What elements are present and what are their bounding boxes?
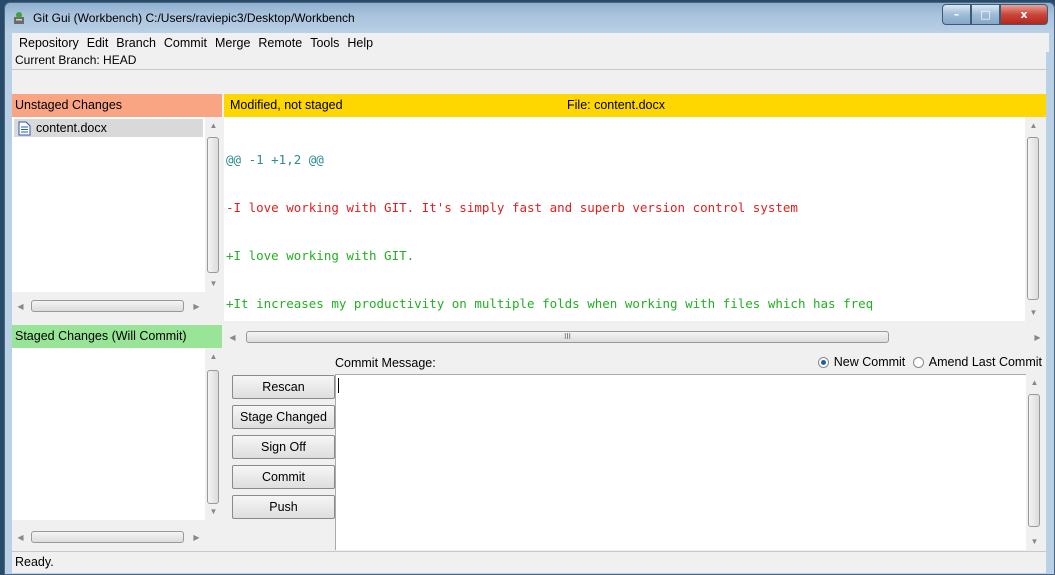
diff-status-label: Modified, not staged — [230, 98, 343, 112]
scroll-down-arrow-icon[interactable]: ▼ — [205, 503, 222, 520]
menu-repository[interactable]: Repository — [15, 36, 83, 50]
amend-commit-radio[interactable]: Amend Last Commit — [912, 355, 1042, 369]
staged-file-list — [12, 348, 205, 520]
staged-list-hscrollbar[interactable]: ◀ ▶ — [12, 529, 205, 546]
menu-tools[interactable]: Tools — [306, 36, 343, 50]
commit-message-input[interactable] — [335, 374, 1026, 550]
new-commit-radio[interactable]: New Commit — [817, 355, 906, 369]
rescan-button[interactable]: Rescan — [232, 375, 335, 399]
diff-header-bar: Modified, not staged File: content.docx — [224, 94, 1046, 117]
menu-remote[interactable]: Remote — [254, 36, 306, 50]
scroll-thumb[interactable] — [207, 370, 219, 504]
amend-commit-label: Amend Last Commit — [928, 355, 1042, 369]
commit-message-vscrollbar[interactable]: ▲ ▼ — [1026, 374, 1043, 550]
diff-hscrollbar[interactable]: ◀ III ▶ — [224, 329, 1046, 346]
push-button[interactable]: Push — [232, 495, 335, 519]
diff-added-line: +It increases my productivity on multipl… — [226, 296, 874, 311]
file-name: content.docx — [36, 121, 107, 135]
sign-off-button[interactable]: Sign Off — [232, 435, 335, 459]
minimize-icon: – — [953, 8, 960, 21]
scroll-thumb[interactable]: III — [246, 331, 889, 343]
radio-selected-icon — [817, 357, 829, 368]
scroll-right-arrow-icon[interactable]: ▶ — [188, 298, 205, 315]
scroll-up-arrow-icon[interactable]: ▲ — [1026, 374, 1043, 391]
menu-edit[interactable]: Edit — [83, 36, 113, 50]
staged-changes-header: Staged Changes (Will Commit) — [12, 325, 222, 348]
scroll-left-arrow-icon[interactable]: ◀ — [224, 329, 241, 346]
new-commit-label: New Commit — [833, 355, 906, 369]
status-bar: Ready. — [12, 551, 1049, 573]
menu-commit[interactable]: Commit — [160, 36, 211, 50]
maximize-button[interactable]: □ — [971, 4, 1000, 25]
current-branch-label: Current Branch: HEAD — [12, 52, 1049, 70]
scroll-thumb[interactable] — [31, 531, 184, 543]
git-gui-window: Git Gui (Workbench) C:/Users/raviepic3/D… — [4, 2, 1055, 575]
unstaged-list-vscrollbar[interactable]: ▲ ▼ — [205, 117, 222, 292]
title-bar[interactable]: Git Gui (Workbench) C:/Users/raviepic3/D… — [5, 3, 1054, 33]
maximize-icon: □ — [980, 8, 991, 21]
scroll-up-arrow-icon[interactable]: ▲ — [1025, 117, 1042, 134]
scroll-thumb[interactable] — [31, 300, 184, 312]
menu-bar: Repository Edit Branch Commit Merge Remo… — [12, 33, 1049, 52]
diff-hunk-line: @@ -1 +1,2 @@ — [226, 152, 324, 167]
document-icon — [18, 121, 31, 135]
app-client-area: Repository Edit Branch Commit Merge Remo… — [12, 33, 1049, 573]
scroll-thumb[interactable] — [1028, 394, 1040, 527]
scroll-thumb[interactable] — [1027, 137, 1039, 300]
close-button[interactable]: x — [1000, 4, 1048, 25]
menu-branch[interactable]: Branch — [112, 36, 160, 50]
scroll-right-arrow-icon[interactable]: ▶ — [1029, 329, 1046, 346]
menu-merge[interactable]: Merge — [211, 36, 254, 50]
minimize-button[interactable]: – — [942, 4, 971, 25]
scroll-grip-icon: III — [564, 332, 571, 341]
staged-list-vscrollbar[interactable]: ▲ ▼ — [205, 348, 222, 520]
diff-vscrollbar[interactable]: ▲ ▼ — [1025, 117, 1042, 321]
scroll-thumb[interactable] — [207, 137, 219, 273]
unstaged-list-hscrollbar[interactable]: ◀ ▶ — [12, 298, 205, 315]
window-title: Git Gui (Workbench) C:/Users/raviepic3/D… — [33, 11, 355, 25]
commit-button[interactable]: Commit — [232, 465, 335, 489]
scroll-up-arrow-icon[interactable]: ▲ — [205, 348, 222, 365]
scroll-right-arrow-icon[interactable]: ▶ — [188, 529, 205, 546]
text-cursor — [338, 378, 339, 393]
file-item-content-docx[interactable]: content.docx — [14, 119, 203, 137]
radio-unselected-icon — [912, 357, 924, 368]
scroll-down-arrow-icon[interactable]: ▼ — [1026, 533, 1043, 550]
scroll-down-arrow-icon[interactable]: ▼ — [1025, 304, 1042, 321]
diff-deleted-line: -I love working with GIT. It's simply fa… — [226, 200, 798, 215]
close-icon: x — [1020, 8, 1028, 21]
scroll-left-arrow-icon[interactable]: ◀ — [12, 298, 29, 315]
unstaged-file-list: content.docx — [12, 117, 205, 292]
unstaged-changes-header: Unstaged Changes — [12, 94, 222, 117]
diff-added-line: +I love working with GIT. — [226, 248, 415, 263]
scroll-left-arrow-icon[interactable]: ◀ — [12, 529, 29, 546]
commit-mode-options: New Commit Amend Last Commit — [817, 355, 1042, 369]
git-gui-app-icon — [14, 12, 24, 24]
diff-file-label: File: content.docx — [567, 98, 665, 112]
scroll-down-arrow-icon[interactable]: ▼ — [205, 275, 222, 292]
scroll-up-arrow-icon[interactable]: ▲ — [205, 117, 222, 134]
menu-help[interactable]: Help — [343, 36, 377, 50]
stage-changed-button[interactable]: Stage Changed — [232, 405, 335, 429]
commit-message-label: Commit Message: — [335, 356, 436, 370]
diff-view[interactable]: @@ -1 +1,2 @@ -I love working with GIT. … — [224, 117, 1025, 321]
